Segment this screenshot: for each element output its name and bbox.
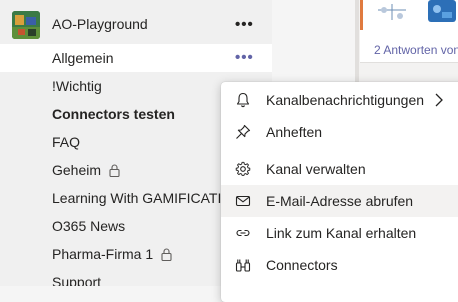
menu-item-label: Connectors bbox=[266, 257, 338, 273]
team-more-options-button[interactable]: ••• bbox=[235, 17, 254, 32]
pin-icon bbox=[236, 124, 251, 139]
mail-icon bbox=[235, 195, 251, 207]
channel-label-wrap: Pharma-Firma 1 bbox=[52, 246, 172, 262]
channel-label: Pharma-Firma 1 bbox=[52, 246, 154, 262]
channel-label: O365 News bbox=[52, 218, 126, 234]
menu-item-label: E-Mail-Adresse abrufen bbox=[266, 193, 414, 209]
lock-icon bbox=[161, 248, 172, 261]
link-icon bbox=[236, 229, 250, 237]
channel-more-options-button[interactable]: ••• bbox=[235, 50, 254, 65]
channel-label: Learning With GAMIFICATIC bbox=[52, 190, 232, 206]
team-avatar bbox=[12, 11, 40, 39]
menu-item-label: Link zum Kanal erhalten bbox=[266, 225, 417, 241]
channel-label-wrap: Geheim bbox=[52, 162, 120, 178]
channel-label: Allgemein bbox=[52, 50, 114, 66]
channel-label: FAQ bbox=[52, 134, 81, 150]
team-header[interactable]: AO-Playground ••• bbox=[0, 10, 272, 42]
menu-item-kanal-verwalten[interactable]: Kanal verwalten bbox=[221, 153, 458, 185]
menu-item-connectors[interactable]: Connectors bbox=[221, 249, 458, 281]
channel-label: Geheim bbox=[52, 162, 102, 178]
post-accent-bar bbox=[360, 0, 363, 30]
post-card[interactable]: 2 Antworten von bbox=[360, 0, 458, 63]
team-name: AO-Playground bbox=[52, 16, 148, 32]
chevron-right-icon bbox=[435, 93, 443, 107]
bell-icon bbox=[236, 92, 250, 108]
channel-label: Connectors testen bbox=[52, 106, 175, 122]
menu-item-label: Kanal verwalten bbox=[266, 161, 366, 177]
menu-item-label: Kanalbenachrichtigungen bbox=[266, 92, 425, 108]
replies-link[interactable]: 2 Antworten von bbox=[374, 43, 458, 57]
channel-label: Support bbox=[52, 274, 102, 286]
channel-context-menu: Kanalbenachrichtigungen Anheften Kanal v… bbox=[221, 82, 458, 302]
post-image-thumbnail[interactable] bbox=[372, 0, 458, 26]
channel-label: !Wichtig bbox=[52, 78, 102, 94]
menu-item-label: Anheften bbox=[266, 124, 323, 140]
gear-icon bbox=[235, 161, 251, 176]
menu-item-kanalbenachrichtigungen[interactable]: Kanalbenachrichtigungen bbox=[221, 84, 458, 116]
menu-item-link-zum-kanal-erhalten[interactable]: Link zum Kanal erhalten bbox=[221, 217, 458, 249]
connectors-icon bbox=[235, 259, 251, 272]
menu-item-email-adresse-abrufen[interactable]: E-Mail-Adresse abrufen bbox=[221, 185, 458, 217]
sidebar-item-allgemein[interactable]: Allgemein ••• bbox=[0, 44, 272, 72]
menu-item-anheften[interactable]: Anheften bbox=[221, 116, 458, 148]
lock-icon bbox=[109, 164, 120, 177]
